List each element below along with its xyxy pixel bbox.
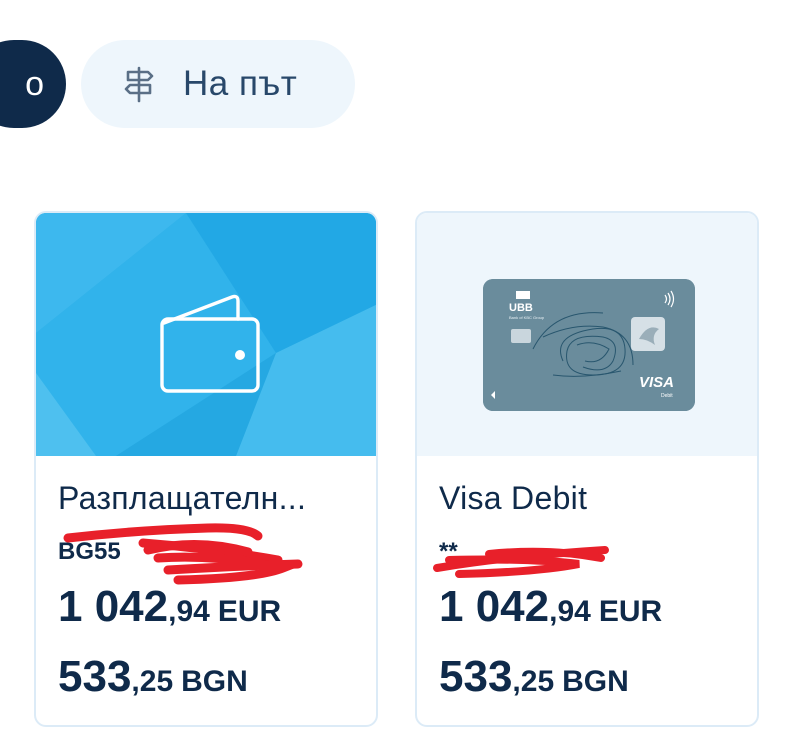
debit-card-tile[interactable]: UBB Bank of KBC Group VISA Debit Visa De… — [415, 211, 759, 727]
balance-bgn: 533,25 BGN — [58, 652, 248, 701]
debit-card-media: UBB Bank of KBC Group VISA Debit — [417, 213, 757, 456]
account-card[interactable]: Разплащателн... BG55 1 042,94 EUR 533,25 B… — [34, 211, 378, 727]
filter-chip-travel[interactable]: На път — [81, 40, 355, 128]
card-bank-logo: UBB — [509, 302, 533, 314]
balance-eur: 1 042,94 EUR — [439, 582, 663, 631]
filter-chip-label: о — [25, 64, 44, 103]
card-bank-sub: Bank of KBC Group — [509, 315, 545, 320]
balance-bgn: 533,25 BGN — [439, 652, 629, 701]
account-card-media — [36, 213, 376, 456]
signpost-icon — [124, 66, 154, 103]
wallet-icon — [160, 294, 260, 393]
card-graphic: UBB Bank of KBC Group VISA Debit — [483, 279, 695, 411]
redaction-scribble — [433, 546, 609, 578]
visa-debit-label: Debit — [661, 393, 673, 399]
balance-eur: 1 042,94 EUR — [58, 582, 282, 631]
visa-logo: VISA — [639, 374, 674, 391]
filter-chip-active[interactable]: о — [0, 40, 66, 128]
debit-card-image: UBB Bank of KBC Group VISA Debit — [483, 279, 695, 411]
filter-chip-label: На път — [183, 64, 298, 103]
